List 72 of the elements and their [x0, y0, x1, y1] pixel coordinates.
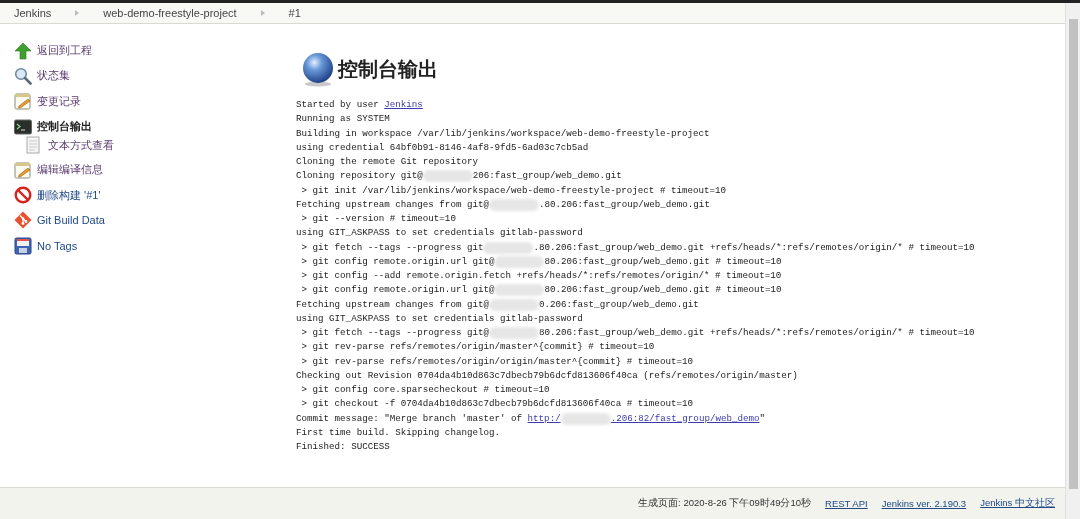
redaction-blur — [494, 284, 545, 297]
redaction-blur — [483, 241, 534, 254]
log-line: > git rev-parse refs/remotes/origin/origin/master^{commit} # timeout=10 — [300, 354, 694, 369]
log-link[interactable]: http:/ — [527, 411, 561, 426]
footer-link[interactable]: Jenkins 中文社区 — [980, 497, 1055, 510]
log-line: using GIT_ASKPASS to set credentials gitlab-password — [296, 311, 584, 326]
globe-icon — [300, 51, 336, 87]
log-text: Cloning repository git@ — [296, 169, 423, 184]
sidebar-item[interactable]: No Tags — [0, 233, 282, 259]
no-entry-icon — [14, 186, 32, 205]
log-text: .80.206:fast_group/web_demo.git +refs/heads/*:refs/remotes/origin/* # timeout=10 — [533, 240, 975, 255]
log-line: Checking out Revision 0704da4b10d863c7dbecb79b6dcfd813606f40ca (refs/remotes/origin/master) — [296, 368, 799, 383]
log-line: Cloning the remote Git repository — [296, 155, 479, 169]
log-text: > git fetch --tags --progress git@ — [300, 326, 489, 340]
chevron-icon — [75, 10, 80, 16]
log-text: > git config remote.origin.url git@ — [300, 254, 495, 269]
page-title: 控制台输出 — [338, 55, 438, 83]
scrollbar-thumb[interactable] — [1068, 19, 1078, 489]
generated-time: 生成页面: 2020-8-26 下午09时49分10秒 — [638, 497, 812, 510]
log-line: > git config --add remote.origin.fetch +refs/heads/*:refs/remotes/origin/* # timeout=10 — [300, 269, 783, 283]
log-text: 80.206:fast_group/web_demo.git # timeout=10 — [544, 283, 782, 298]
log-link[interactable]: .206:82/fast_group/web_demo — [610, 411, 760, 426]
redaction-blur — [560, 412, 611, 425]
log-text: .80.206:fast_group/web_demo.git — [539, 197, 710, 212]
log-text: > git fetch --tags --progress git — [300, 240, 484, 255]
log-text: Fetching upstream changes from git@ — [296, 297, 489, 312]
search-icon — [14, 66, 32, 85]
log-line: > git --version # timeout=10 — [300, 212, 457, 226]
log-line: > git init /var/lib/jenkins/workspace/web-demo-freestyle-project # timeout=10 — [300, 183, 728, 198]
log-text: Started by user — [296, 98, 380, 112]
sidebar-item[interactable]: 状态集 — [0, 63, 282, 89]
log-text: 80.206:fast_group/web_demo.git # timeout=10 — [544, 254, 782, 269]
breadcrumb-link[interactable]: #1 — [288, 7, 301, 19]
log-text: 0.206:fast_group/web_demo.git — [539, 297, 699, 312]
log-text: " — [759, 411, 766, 426]
terminal-icon — [14, 117, 32, 136]
notepad-icon — [14, 160, 32, 179]
sidebar-item[interactable]: 编辑编译信息 — [0, 157, 282, 183]
redaction-blur — [489, 298, 539, 311]
git-icon — [14, 211, 32, 230]
log-line: First time build. Skipping changelog. — [296, 425, 501, 440]
log-line: using GIT_ASKPASS to set credentials gitlab-password — [296, 226, 584, 241]
redaction-blur — [489, 198, 539, 211]
log-line: Building in workspace /var/lib/jenkins/workspace/web-demo-freestyle-project — [296, 126, 711, 141]
sidebar-item[interactable]: 删除构建 '#1' — [0, 182, 282, 208]
log-link[interactable]: Jenkins — [384, 98, 423, 113]
redaction-blur — [489, 327, 539, 339]
sidebar-item[interactable]: Git Build Data — [0, 207, 282, 234]
log-line: Running as SYSTEM — [296, 112, 391, 127]
chevron-icon — [260, 10, 265, 16]
footer-link[interactable]: Jenkins ver. 2.190.3 — [881, 498, 967, 509]
log-line: > git checkout -f 0704da4b10d863c7dbecb79b6dcfd813606f40ca # timeout=10 — [300, 397, 694, 412]
redaction-blur — [494, 255, 545, 268]
log-text: Fetching upstream changes from git@ — [296, 197, 489, 212]
log-line: using credential 64bf0b91-8146-4af8-9fd5-6ad03c7cb5ad — [296, 140, 590, 155]
log-text: 80.206:fast_group/web_demo.git +refs/heads/*:refs/remotes/origin/* # timeout=10 — [539, 326, 975, 340]
breadcrumb-link[interactable]: web-demo-freestyle-project — [103, 7, 237, 19]
log-text: 206:fast_group/web_demo.git — [472, 169, 622, 184]
log-line: > git rev-parse refs/remotes/origin/master^{commit} # timeout=10 — [300, 340, 656, 355]
log-text: Commit message: "Merge branch 'master' of — [296, 411, 524, 426]
log-line: Finished: SUCCESS — [296, 440, 391, 454]
redaction-blur — [422, 170, 473, 183]
sidebar-item[interactable]: 变更记录 — [0, 88, 282, 114]
notepad-icon — [14, 92, 32, 111]
footer-link[interactable]: REST API — [825, 498, 868, 509]
log-line: > git config core.sparsecheckout # timeout=10 — [300, 383, 551, 397]
document-icon — [26, 136, 40, 155]
up-arrow-icon — [14, 41, 32, 60]
log-text: > git config remote.origin.url git@ — [300, 283, 495, 298]
breadcrumb-link[interactable]: Jenkins — [14, 7, 52, 19]
sidebar-item[interactable]: 返回到工程 — [0, 38, 282, 64]
scrollbar[interactable] — [1065, 3, 1080, 519]
